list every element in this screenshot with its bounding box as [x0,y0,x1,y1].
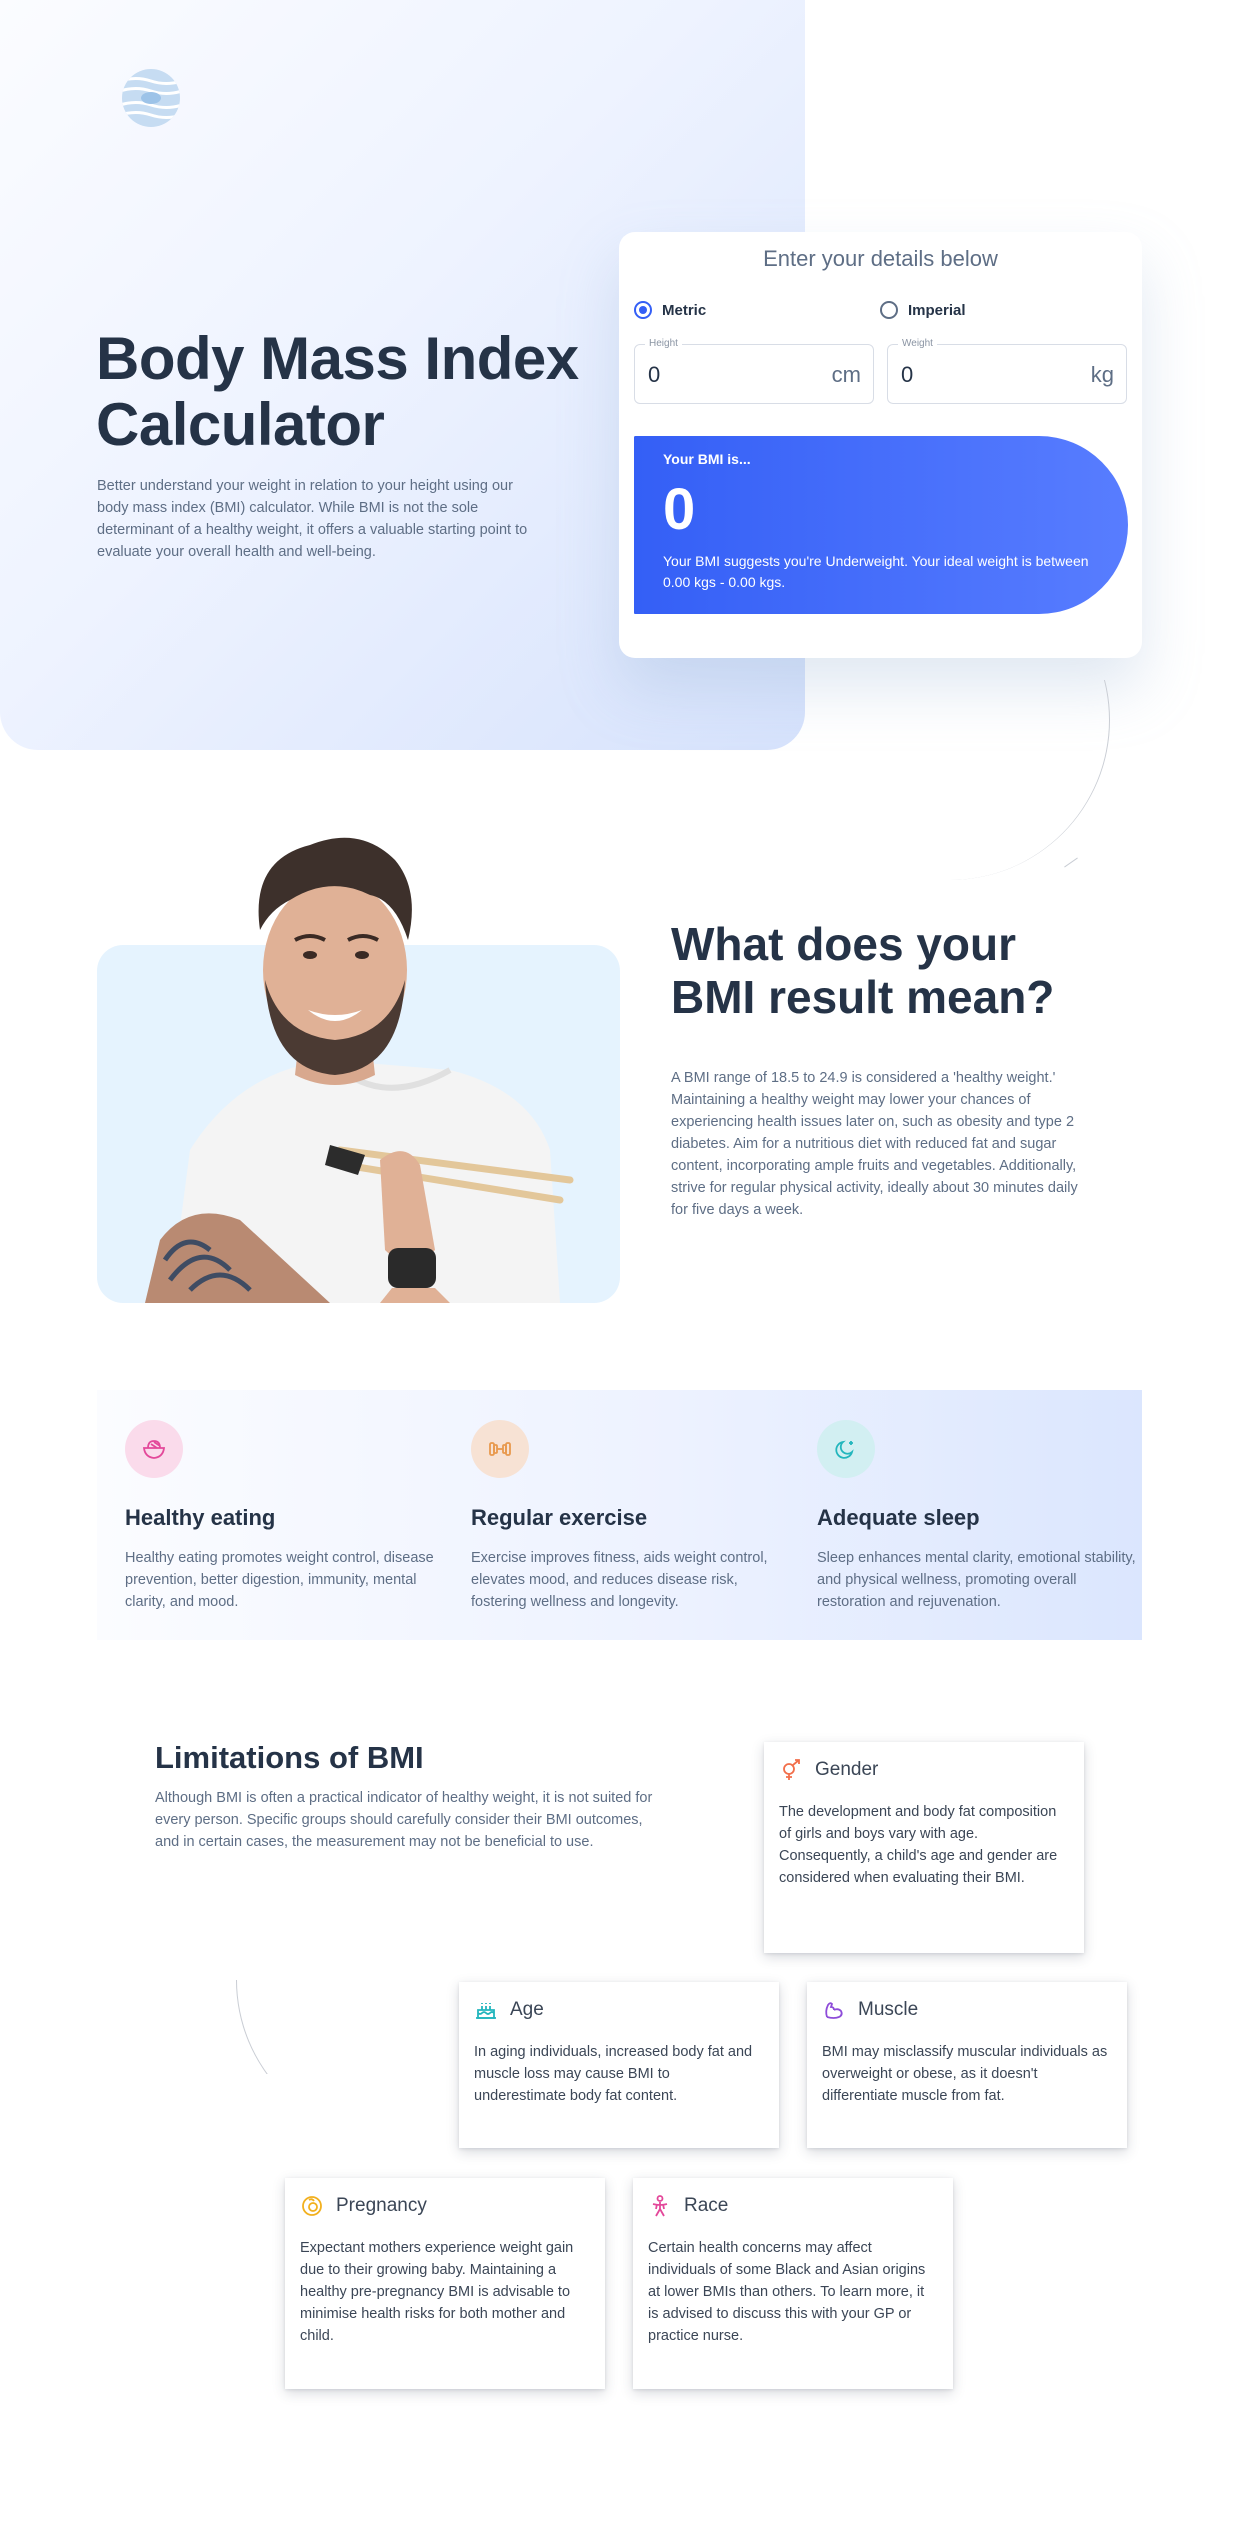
gender-icon [783,1759,800,1780]
decorative-tick [1064,857,1078,868]
height-input[interactable]: 0 [648,362,660,388]
bmi-result-panel: Your BMI is... 0 Your BMI suggests you'r… [634,436,1128,614]
limitation-name: Gender [815,1759,879,1780]
bmi-result-message: Your BMI suggests you're Underweight. Yo… [663,553,1089,590]
limitation-card-age: Age In aging individuals, increased body… [459,1982,779,2148]
decorative-arc [236,1980,316,2074]
limitation-text: The development and body fat composition… [779,1804,1058,1886]
benefits-section: Healthy eating Healthy eating promotes w… [97,1390,1142,1640]
limitation-text: In aging individuals, increased body fat… [474,2044,753,2104]
meaning-text: A BMI range of 18.5 to 24.9 is considere… [671,1070,1078,1218]
dumbbell-icon [471,1420,529,1478]
weight-input[interactable]: 0 [901,362,913,388]
benefit-title: Healthy eating [125,1505,276,1530]
bmi-result-value: 0 [663,477,696,542]
imperial-radio-button[interactable] [880,301,898,319]
person-icon [652,2195,668,2217]
benefit-title: Regular exercise [471,1505,648,1530]
limitations-title: Limitations of BMI [155,1740,424,1775]
limitation-name: Race [684,2195,729,2216]
moon-icon [817,1420,875,1478]
metric-radio-button[interactable] [634,301,652,319]
benefit-title: Adequate sleep [817,1505,980,1530]
page-title: Body Mass Index Calculator [96,325,579,458]
limitation-name: Age [510,1999,544,2020]
limitation-name: Muscle [858,1999,919,2020]
limitation-text: Expectant mothers experience weight gain… [300,2240,574,2344]
bowl-icon [125,1420,183,1478]
limitation-text: Certain health concerns may affect indiv… [648,2240,926,2344]
benefit-healthy-eating: Healthy eating Healthy eating promotes w… [125,1420,445,1613]
benefit-adequate-sleep: Adequate sleep Sleep enhances mental cla… [817,1420,1137,1613]
benefit-regular-exercise: Regular exercise Exercise improves fitne… [471,1420,791,1613]
limitation-card-muscle: Muscle BMI may misclassify muscular indi… [807,1982,1127,2148]
hero-description: Better understand your weight in relatio… [97,478,528,560]
limitation-text: BMI may misclassify muscular individuals… [822,2044,1108,2104]
limitation-card-race: Race Certain health concerns may affect … [633,2178,953,2389]
weight-unit: kg [1090,362,1114,387]
weight-label: Weight [898,338,937,349]
benefit-text: Healthy eating promotes weight control, … [125,1550,434,1610]
height-label: Height [645,338,682,349]
imperial-label: Imperial [908,301,966,319]
calculator-card: Enter your details below Metric Imperial… [619,232,1142,658]
man-eating-photo [145,837,574,1303]
cake-icon [476,2003,496,2019]
benefit-text: Exercise improves fitness, aids weight c… [471,1550,768,1610]
pregnancy-icon [302,2196,322,2216]
calculator-heading: Enter your details below [763,246,998,271]
height-unit: cm [831,362,861,387]
limitation-card-gender: Gender The development and body fat comp… [764,1742,1084,1953]
metric-radio[interactable]: Metric [634,301,706,319]
limitation-card-pregnancy: Pregnancy Expectant mothers experience w… [285,2178,605,2389]
bmi-result-label: Your BMI is... [663,451,751,467]
muscle-icon [825,2002,843,2019]
logo-icon [122,69,180,127]
limitation-name: Pregnancy [336,2195,427,2216]
weight-field[interactable]: Weight 0 kg [887,338,1127,404]
height-field[interactable]: Height 0 cm [634,338,874,404]
imperial-radio[interactable]: Imperial [880,301,966,319]
meaning-title: What does your BMI result mean? [671,918,1055,1023]
benefit-text: Sleep enhances mental clarity, emotional… [817,1550,1136,1610]
metric-label: Metric [662,301,707,319]
limitations-text: Although BMI is often a practical indica… [155,1790,653,1850]
